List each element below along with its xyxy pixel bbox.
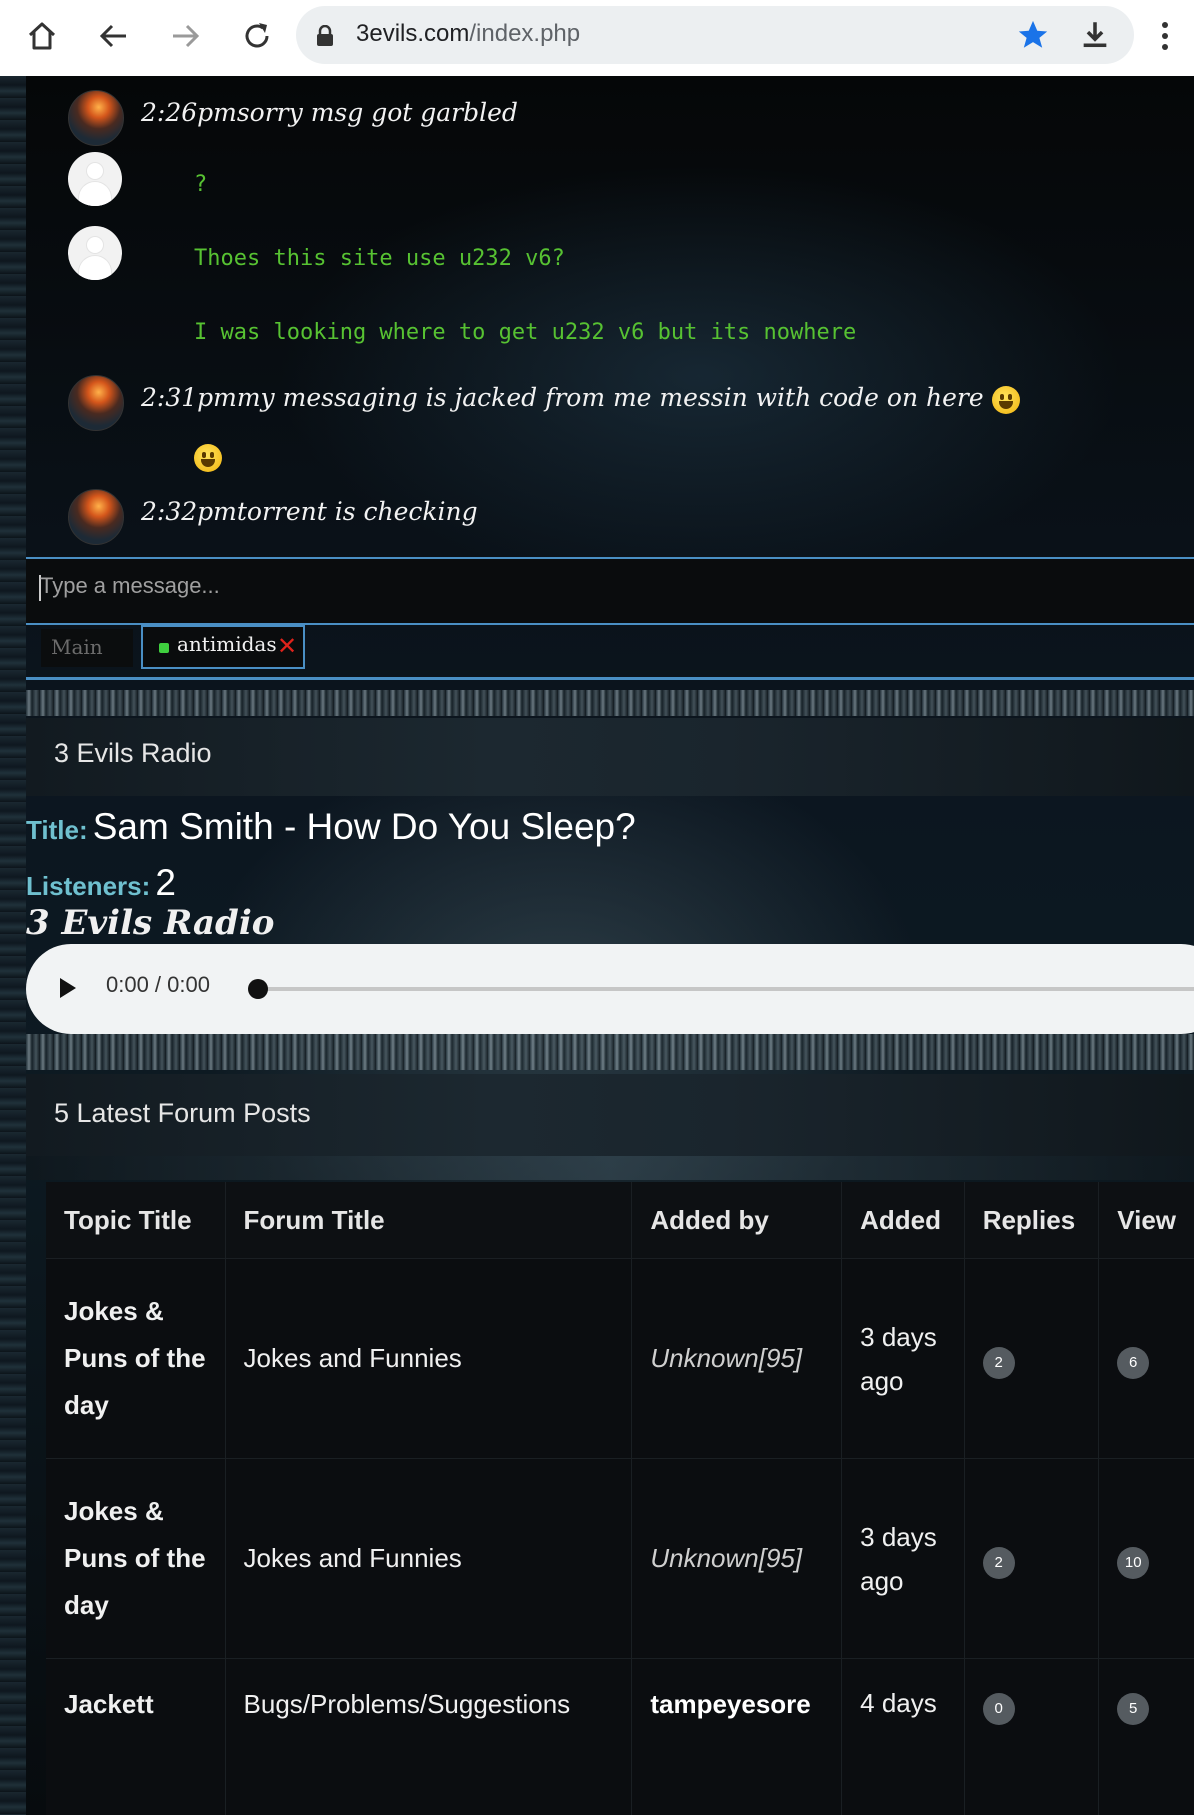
added-time: 3 days ago (841, 1258, 965, 1459)
download-icon[interactable] (1078, 18, 1112, 56)
views-cell: 5 (1098, 1658, 1194, 1815)
views-cell: 10 (1098, 1458, 1194, 1659)
title-label: Title: (26, 815, 88, 845)
table-header-row: Topic Title Forum Title Added by Added R… (46, 1182, 1194, 1259)
menu-kebab-icon[interactable] (1150, 14, 1180, 58)
lock-icon (316, 24, 334, 51)
col-added[interactable]: Added (841, 1182, 965, 1259)
added-time: 3 days ago (841, 1458, 965, 1659)
chat-tabs: Main antimidas ✕ (26, 625, 1194, 680)
forum-link[interactable]: Jokes and Funnies (224, 1458, 632, 1659)
tab-antimidas[interactable]: antimidas ✕ (141, 625, 305, 669)
guest-avatar[interactable] (68, 226, 122, 280)
chat-message-text: 2:32pmtorrent is checking (141, 497, 478, 526)
chat-message-text: 2:26pmsorry msg got garbled (141, 98, 518, 127)
page-content: 2:26pmsorry msg got garbled ? Thoes this… (0, 76, 1194, 1815)
section-divider (26, 1034, 1194, 1070)
topic-link[interactable]: Jokes & Puns of the day (46, 1458, 226, 1659)
author-link[interactable]: Unknown[95] (631, 1258, 842, 1459)
reload-icon[interactable] (235, 14, 279, 58)
panel-separator (26, 1156, 1194, 1180)
views-badge: 6 (1117, 1347, 1150, 1379)
seek-handle[interactable] (248, 979, 268, 999)
col-replies[interactable]: Replies (963, 1182, 1099, 1259)
table-row: Jokes & Puns of the day Jokes and Funnie… (46, 1258, 1194, 1459)
replies-cell: 2 (963, 1458, 1099, 1659)
panel-title: 3 Evils Radio (54, 738, 212, 768)
replies-badge: 2 (982, 1547, 1015, 1579)
forum-link[interactable]: Jokes and Funnies (224, 1258, 632, 1459)
section-divider (26, 690, 1194, 716)
seek-bar[interactable] (256, 987, 1194, 991)
topic-link[interactable]: Jokes & Puns of the day (46, 1258, 226, 1459)
user-avatar[interactable] (68, 375, 124, 431)
tab-label: antimidas (177, 632, 277, 656)
col-added-by[interactable]: Added by (631, 1182, 842, 1259)
replies-cell: 0 (963, 1658, 1099, 1815)
col-views[interactable]: View (1098, 1182, 1194, 1259)
table-row: Jackett Bugs/Problems/Suggestions tampey… (46, 1658, 1194, 1815)
home-icon[interactable] (20, 14, 64, 58)
player-time: 0:00 / 0:00 (106, 972, 210, 997)
bookmark-star-icon[interactable] (1016, 18, 1050, 56)
radio-now-playing: Title: Sam Smith - How Do You Sleep? (26, 806, 636, 848)
laughing-emoji-icon (991, 385, 1020, 414)
views-badge: 5 (1117, 1693, 1150, 1725)
forward-arrow-icon[interactable] (163, 14, 207, 58)
chat-message-text: I was looking where to get u232 v6 but i… (194, 320, 857, 345)
topic-link[interactable]: Jackett (46, 1658, 226, 1815)
online-status-icon (159, 643, 169, 653)
forum-panel-header: 5 Latest Forum Posts (26, 1074, 1194, 1156)
address-bar[interactable]: 3evils.com/index.php (296, 6, 1134, 64)
added-time: 4 days (841, 1658, 965, 1815)
song-title: Sam Smith - How Do You Sleep? (92, 806, 636, 847)
play-icon[interactable] (60, 978, 76, 998)
views-badge: 10 (1117, 1547, 1150, 1579)
table-row: Jokes & Puns of the day Jokes and Funnie… (46, 1458, 1194, 1659)
user-avatar[interactable] (68, 90, 124, 146)
shoutbox: 2:26pmsorry msg got garbled ? Thoes this… (26, 76, 1194, 556)
listeners-label: Listeners: (26, 871, 151, 901)
close-icon[interactable]: ✕ (277, 632, 297, 660)
forum-posts-table: Topic Title Forum Title Added by Added R… (46, 1182, 1194, 1815)
col-topic-title[interactable]: Topic Title (46, 1182, 226, 1259)
chat-message-text: Thoes this site use u232 v6? (194, 246, 565, 271)
col-forum-title[interactable]: Forum Title (224, 1182, 632, 1259)
forum-link[interactable]: Bugs/Problems/Suggestions (224, 1658, 632, 1815)
author-link[interactable]: Unknown[95] (631, 1458, 842, 1659)
radio-script-heading: 3 Evils Radio (26, 903, 275, 943)
author-link[interactable]: tampeyesore (631, 1658, 842, 1815)
radio-panel-header: 3 Evils Radio (26, 718, 1194, 796)
chat-message-text: ? (194, 172, 208, 197)
chat-message-text: 2:31pmmy messaging is jacked from me mes… (141, 383, 1020, 414)
audio-player[interactable]: 0:00 / 0:00 (26, 944, 1194, 1034)
url-text: 3evils.com/index.php (356, 20, 581, 47)
replies-badge: 2 (982, 1347, 1015, 1379)
replies-badge: 0 (982, 1693, 1015, 1725)
guest-avatar[interactable] (68, 152, 122, 206)
chat-input-placeholder: Type a message... (40, 573, 220, 598)
user-avatar[interactable] (68, 489, 124, 545)
smiley-emoji-icon (194, 444, 222, 472)
radio-listeners: Listeners: 2 (26, 862, 176, 904)
background-texture (0, 76, 26, 1815)
replies-cell: 2 (963, 1258, 1099, 1459)
views-cell: 6 (1098, 1258, 1194, 1459)
tab-main[interactable]: Main (41, 629, 133, 667)
chat-message-input[interactable]: Type a message... (26, 557, 1194, 625)
browser-toolbar: 3evils.com/index.php (0, 0, 1194, 77)
listeners-count: 2 (155, 862, 176, 903)
back-arrow-icon[interactable] (92, 14, 136, 58)
panel-title: 5 Latest Forum Posts (54, 1098, 311, 1128)
